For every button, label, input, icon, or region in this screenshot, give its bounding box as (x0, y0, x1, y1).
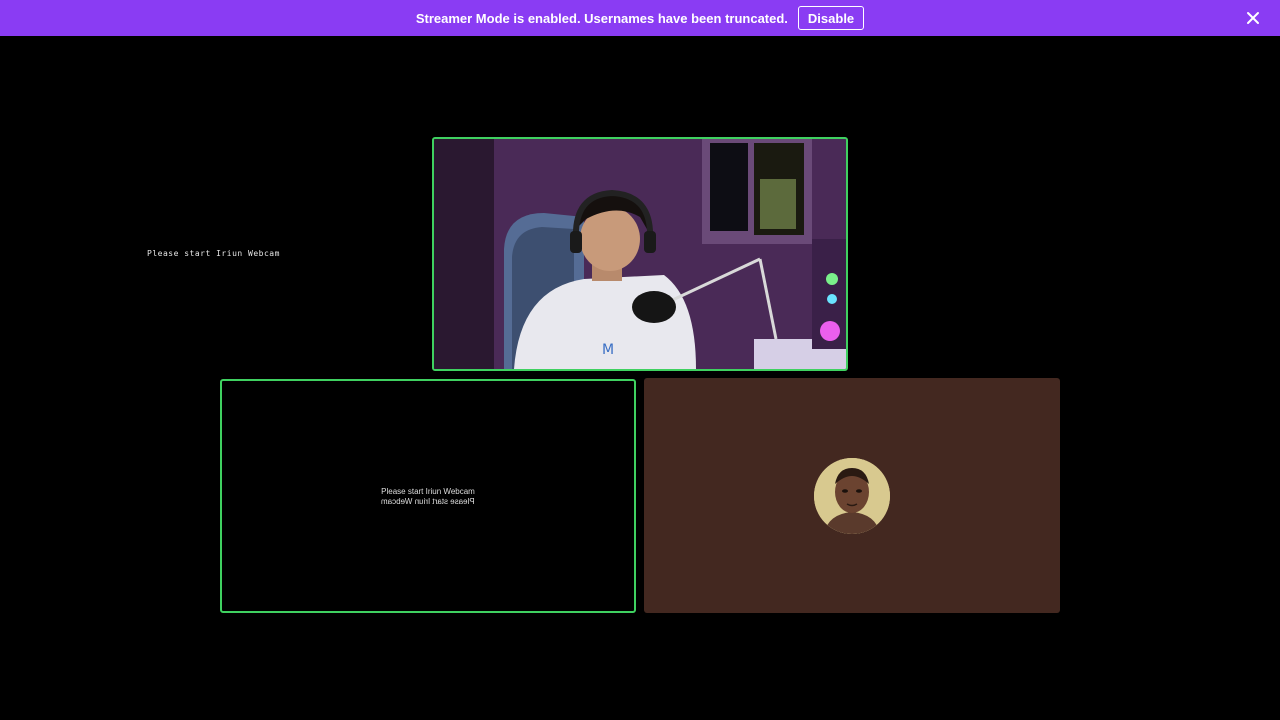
video-tile-camera[interactable]: M (432, 137, 848, 371)
video-tile-avatar[interactable] (644, 378, 1060, 613)
streamer-mode-message: Streamer Mode is enabled. Usernames have… (415, 10, 788, 26)
streamer-mode-banner: Streamer Mode is enabled. Usernames have… (0, 0, 1280, 36)
user-avatar (814, 457, 890, 534)
video-tile-iriun[interactable]: Please start Iriun Webcam Please start I… (220, 379, 636, 613)
close-icon[interactable] (1244, 9, 1262, 27)
webcam-video-feed: M (434, 139, 846, 369)
screen-share-placeholder-text: Please start Iriun Webcam (147, 249, 280, 258)
call-stage: Please start Iriun Webcam M Please start… (0, 36, 1280, 720)
svg-text:M: M (602, 342, 614, 358)
webcam-placeholder-text: Please start Iriun Webcam Please start I… (222, 487, 634, 507)
webcam-placeholder-line: Please start Iriun Webcam (381, 487, 475, 496)
disable-streamer-mode-button[interactable]: Disable (797, 6, 865, 30)
webcam-placeholder-mirrored-line: Please start Iriun Webcam (381, 497, 475, 506)
avatar-image (814, 457, 890, 534)
